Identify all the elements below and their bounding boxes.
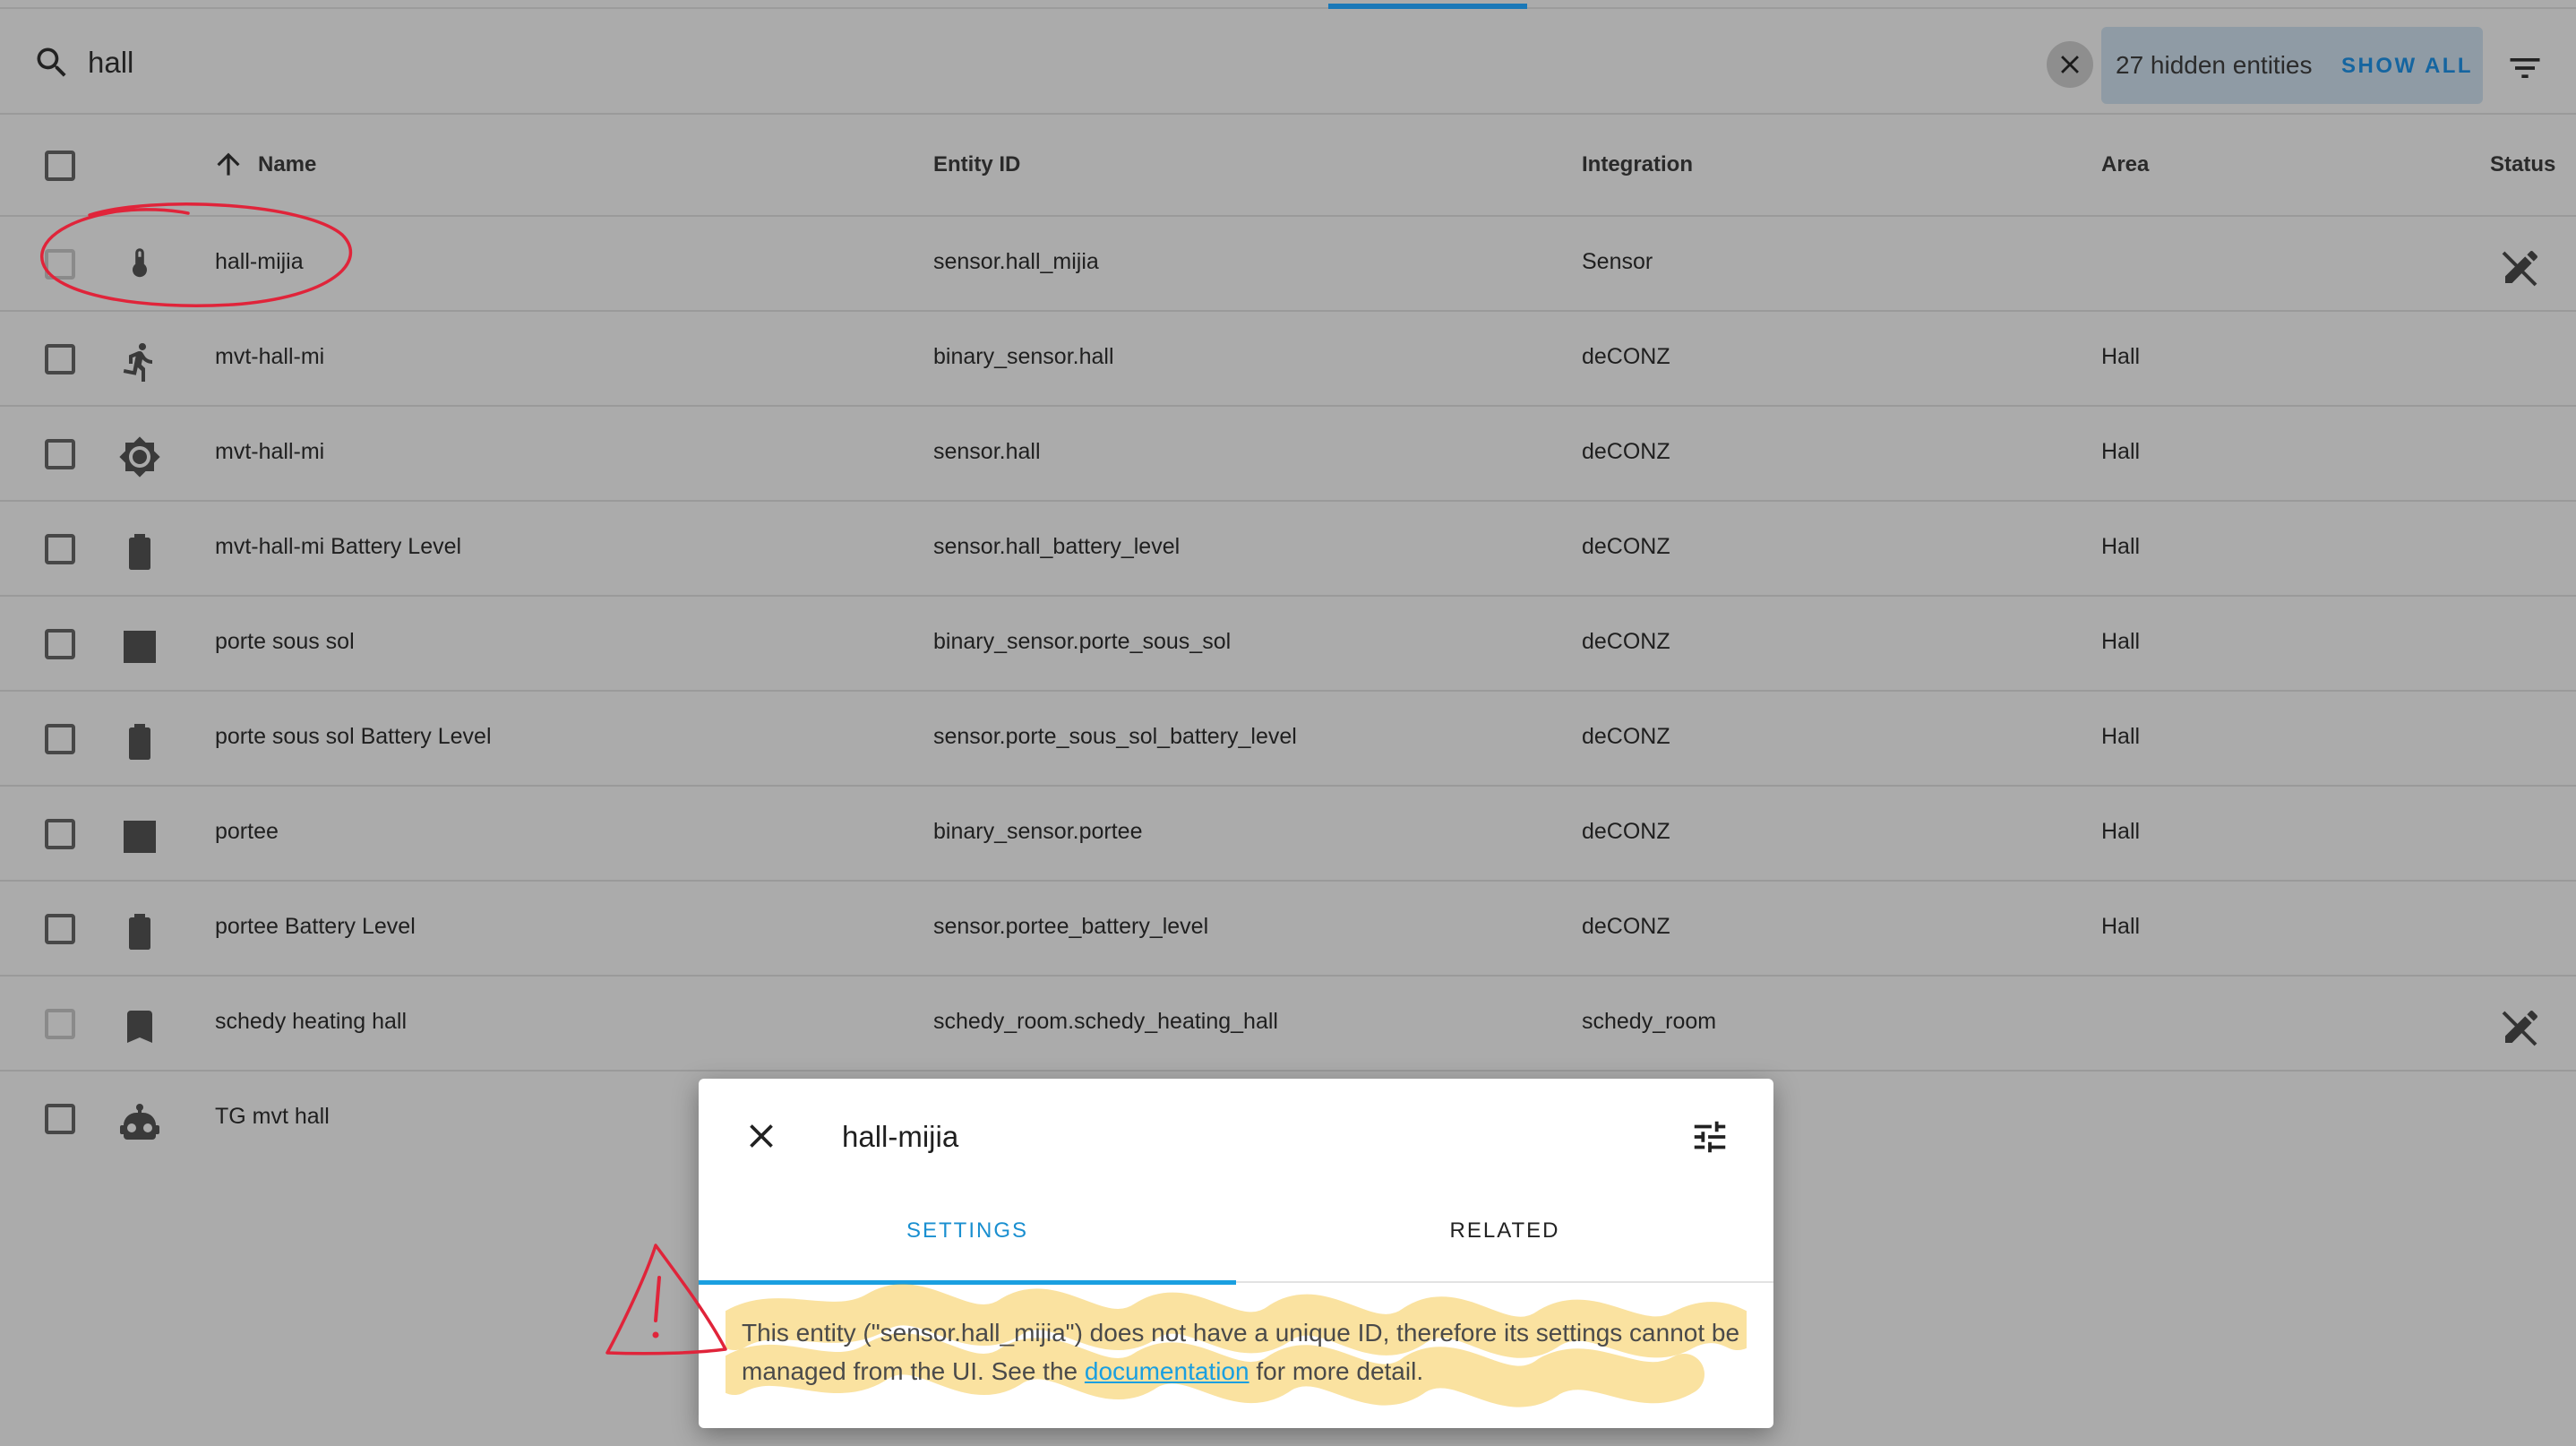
entity-name: schedy heating hall (215, 1009, 408, 1034)
tune-icon[interactable] (1689, 1116, 1730, 1158)
table-row[interactable]: mvt-hall-mi Battery Level sensor.hall_ba… (0, 502, 2576, 597)
table-row[interactable]: portee binary_sensor.portee deCONZ Hall (0, 787, 2576, 882)
row-checkbox[interactable] (45, 629, 75, 659)
row-checkbox[interactable] (45, 1104, 75, 1134)
entity-id: sensor.portee_battery_level (933, 914, 1209, 939)
row-checkbox[interactable] (45, 439, 75, 469)
motion-sensor-icon (123, 343, 152, 382)
entity-integration: deCONZ (1582, 534, 1670, 559)
select-all-checkbox[interactable] (45, 151, 75, 181)
entity-id: binary_sensor.portee (933, 819, 1143, 844)
entity-name: mvt-hall-mi Battery Level (215, 534, 462, 559)
entity-name: mvt-hall-mi (215, 344, 325, 369)
entity-name: porte sous sol Battery Level (215, 724, 492, 749)
entity-id: schedy_room.schedy_heating_hall (933, 1009, 1278, 1034)
table-row[interactable]: mvt-hall-mi binary_sensor.hall deCONZ Ha… (0, 312, 2576, 407)
brightness-icon (119, 436, 160, 478)
entity-name: mvt-hall-mi (215, 439, 325, 464)
readonly-icon (2502, 1011, 2537, 1046)
entity-id: sensor.hall_mijia (933, 249, 1099, 274)
entity-integration: deCONZ (1582, 914, 1670, 939)
entity-integration: deCONZ (1582, 439, 1670, 464)
column-header-integration[interactable]: Integration (1582, 152, 1693, 177)
thermometer-icon (133, 248, 147, 278)
table-row[interactable]: portee Battery Level sensor.portee_batte… (0, 882, 2576, 977)
entity-integration: deCONZ (1582, 724, 1670, 749)
entity-name: porte sous sol (215, 629, 355, 654)
entity-name: portee Battery Level (215, 914, 416, 939)
entity-name: portee (215, 819, 279, 844)
row-checkbox[interactable] (45, 914, 75, 944)
battery-icon (129, 724, 150, 760)
battery-icon (129, 534, 150, 570)
entity-area: Hall (2101, 914, 2141, 939)
entity-integration: Sensor (1582, 249, 1653, 274)
entity-id: sensor.hall_battery_level (933, 534, 1181, 559)
row-checkbox[interactable] (45, 1009, 75, 1039)
entity-integration: deCONZ (1582, 819, 1670, 844)
entity-settings-dialog: hall-mijia SETTINGS RELATED This entity … (699, 1079, 1773, 1428)
battery-icon (129, 914, 150, 950)
table-row[interactable]: hall-mijia sensor.hall_mijia Sensor (0, 217, 2576, 312)
robot-icon (120, 1104, 159, 1140)
entity-integration: deCONZ (1582, 629, 1670, 654)
entity-integration: deCONZ (1582, 344, 1670, 369)
filter-icon[interactable] (2505, 48, 2545, 88)
arrow-up-icon[interactable] (211, 147, 245, 181)
entity-id: sensor.hall (933, 439, 1041, 464)
entity-area: Hall (2101, 344, 2141, 369)
table-row[interactable]: mvt-hall-mi sensor.hall deCONZ Hall (0, 407, 2576, 502)
column-header-area[interactable]: Area (2101, 152, 2149, 177)
top-tab-bar (0, 0, 2576, 9)
hidden-entities-chip: 27 hidden entities SHOW ALL (2101, 27, 2483, 104)
row-checkbox[interactable] (45, 344, 75, 374)
row-checkbox[interactable] (45, 534, 75, 564)
entity-id: binary_sensor.porte_sous_sol (933, 629, 1232, 654)
search-toolbar: 27 hidden entities SHOW ALL (0, 9, 2576, 115)
search-input[interactable] (88, 36, 1342, 90)
clear-search-button[interactable] (2047, 41, 2093, 88)
close-icon[interactable] (742, 1116, 781, 1156)
documentation-link[interactable]: documentation (1085, 1357, 1249, 1385)
tab-related[interactable]: RELATED (1236, 1186, 1773, 1283)
entity-area: Hall (2101, 819, 2141, 844)
readonly-icon (2502, 251, 2537, 287)
bookmark-icon (127, 1011, 152, 1043)
entity-name: TG mvt hall (215, 1104, 330, 1129)
table-row[interactable]: porte sous sol binary_sensor.porte_sous_… (0, 597, 2576, 692)
warning-text-end: for more detail. (1249, 1357, 1424, 1385)
door-closed-icon (124, 631, 156, 663)
column-header-status[interactable]: Status (2490, 152, 2555, 177)
table-row[interactable]: porte sous sol Battery Level sensor.port… (0, 692, 2576, 787)
entity-id: binary_sensor.hall (933, 344, 1114, 369)
show-all-button[interactable]: SHOW ALL (2341, 54, 2473, 79)
entity-area: Hall (2101, 724, 2141, 749)
entity-area: Hall (2101, 439, 2141, 464)
table-row[interactable]: schedy heating hall schedy_room.schedy_h… (0, 977, 2576, 1072)
entity-id: sensor.porte_sous_sol_battery_level (933, 724, 1297, 749)
entity-integration: schedy_room (1582, 1009, 1717, 1034)
column-header-name[interactable]: Name (258, 152, 316, 177)
close-icon (2061, 56, 2079, 73)
dialog-tabs: SETTINGS RELATED (699, 1186, 1773, 1285)
row-checkbox[interactable] (45, 819, 75, 849)
row-checkbox[interactable] (45, 724, 75, 754)
column-header-entity-id[interactable]: Entity ID (933, 152, 1020, 177)
tab-settings[interactable]: SETTINGS (699, 1186, 1236, 1285)
unique-id-warning: This entity ("sensor.hall_mijia") does n… (742, 1313, 1745, 1390)
table-header: Name Entity ID Integration Area Status (0, 116, 2576, 217)
dialog-title: hall-mijia (842, 1120, 959, 1153)
entity-name: hall-mijia (215, 249, 304, 274)
search-icon (37, 47, 66, 77)
hidden-entities-label: 27 hidden entities (2116, 51, 2313, 79)
entity-area: Hall (2101, 629, 2141, 654)
door-closed-icon (124, 821, 156, 853)
entity-area: Hall (2101, 534, 2141, 559)
row-checkbox[interactable] (45, 249, 75, 280)
